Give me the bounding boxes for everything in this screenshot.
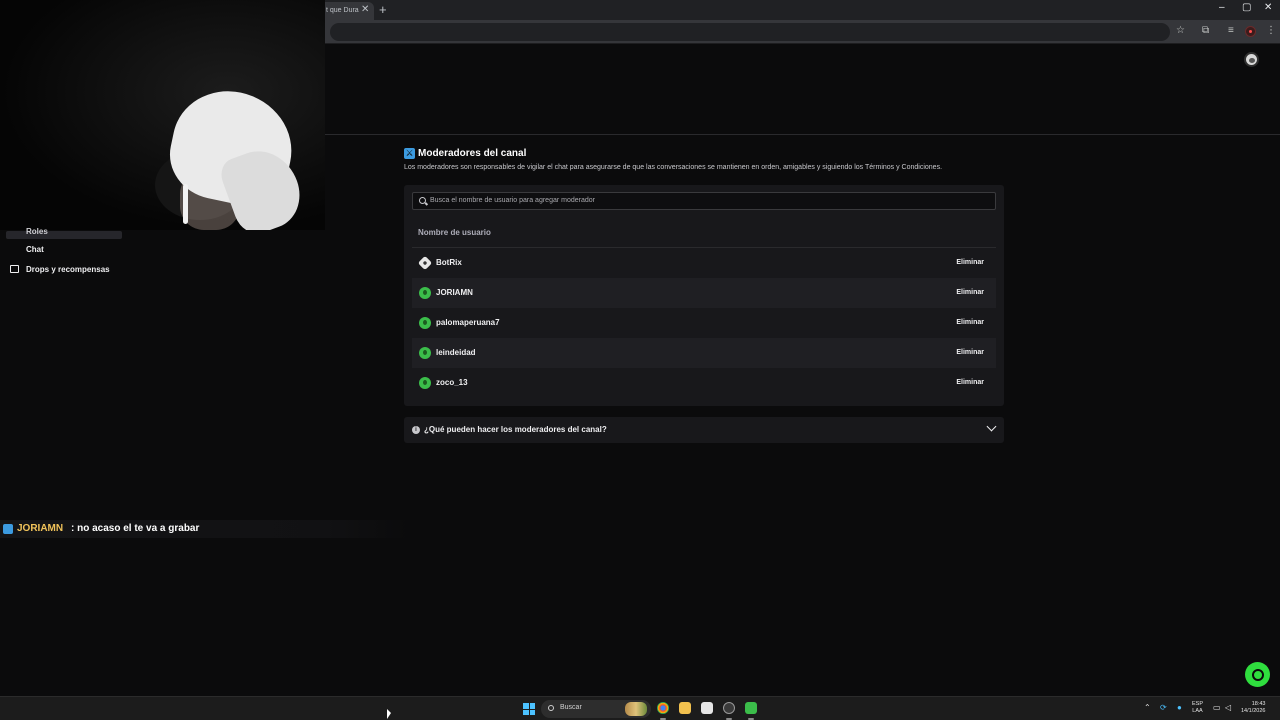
moderator-search-input[interactable]: Busca el nombre de usuario para agregar …	[412, 192, 996, 210]
mouse-cursor	[387, 709, 391, 719]
sidebar-item-drops[interactable]: Drops y recompensas	[26, 265, 110, 274]
sync-icon[interactable]: ⟳	[1160, 703, 1167, 712]
user-avatar-icon	[419, 317, 431, 329]
chevron-down-icon[interactable]	[986, 421, 997, 432]
microphone-icon[interactable]: ●	[1177, 703, 1182, 712]
clock-date: 14/1/2026	[1241, 708, 1266, 714]
faq-accordion[interactable]: i ¿Qué pueden hacer los moderadores del …	[404, 417, 1004, 443]
table-row: leindeidad Eliminar	[412, 338, 996, 368]
table-row: BotRix Eliminar	[412, 248, 996, 278]
header-divider	[325, 134, 1280, 135]
faq-question: ¿Qué pueden hacer los moderadores del ca…	[424, 425, 607, 434]
table-row: zoco_13 Eliminar	[412, 368, 996, 398]
bot-icon	[417, 255, 433, 271]
search-icon	[548, 705, 554, 711]
user-avatar-icon	[419, 377, 431, 389]
table-row: palomaperuana7 Eliminar	[412, 308, 996, 338]
tab-close-icon[interactable]: ✕	[361, 4, 369, 15]
address-field[interactable]	[330, 23, 1170, 41]
remove-button[interactable]: Eliminar	[952, 345, 988, 361]
extensions-icon[interactable]: ⧉	[1202, 25, 1209, 36]
file-explorer-icon[interactable]	[679, 702, 691, 714]
page-description: Los moderadores son responsables de vigi…	[404, 164, 943, 171]
chevron-up-icon[interactable]: ⌃	[1144, 703, 1151, 712]
clock-time: 18:43	[1251, 701, 1266, 707]
user-avatar-icon	[419, 347, 431, 359]
close-window-button[interactable]: ✕	[1264, 2, 1272, 13]
table-row: JORIAMN Eliminar	[412, 278, 996, 308]
moderator-sword-icon	[3, 524, 13, 534]
language-indicator[interactable]: ESP LAA	[1192, 701, 1203, 715]
minimize-button[interactable]: –	[1219, 2, 1225, 13]
extension-red-icon[interactable]	[1245, 26, 1256, 37]
sidebar-item-chat[interactable]: Chat	[26, 245, 44, 254]
app-icon[interactable]	[701, 702, 713, 714]
sidebar-item-roles-highlight	[6, 231, 122, 239]
remove-button[interactable]: Eliminar	[952, 255, 988, 271]
star-icon[interactable]: ☆	[1176, 25, 1185, 36]
sidebar-item-roles[interactable]: Roles	[26, 227, 48, 236]
taskbar-search-label: Buscar	[560, 704, 582, 711]
webcam-earbud	[183, 184, 188, 224]
chrome-icon[interactable]	[657, 702, 669, 714]
language-code: ESP	[1192, 701, 1204, 707]
menu-icon[interactable]: ⋮	[1266, 25, 1276, 36]
chat-overlay-message: JORIAMN : no acaso el te va a grabar	[0, 520, 408, 538]
search-highlight-image	[625, 702, 647, 716]
moderator-sword-icon: ⚔	[404, 148, 415, 159]
webcam-overlay	[0, 0, 325, 230]
chat-message-text: : no acaso el te va a grabar	[71, 523, 200, 534]
moderator-name[interactable]: BotRix	[436, 258, 462, 267]
search-icon	[419, 197, 426, 204]
remove-button[interactable]: Eliminar	[952, 315, 988, 331]
maximize-button[interactable]: ▢	[1242, 2, 1251, 13]
moderator-name[interactable]: leindeidad	[436, 348, 476, 357]
remove-button[interactable]: Eliminar	[952, 375, 988, 391]
moderator-name[interactable]: zoco_13	[436, 378, 468, 387]
new-tab-button[interactable]: +	[379, 2, 387, 17]
moderator-name[interactable]: JORIAMN	[436, 288, 473, 297]
keyboard-layout: LAA	[1192, 708, 1203, 714]
column-header-username: Nombre de usuario	[418, 228, 491, 237]
network-icon[interactable]: ▭	[1213, 703, 1221, 712]
windows-taskbar: Buscar ⌃ ⟳ ● ESP LAA ▭ ◁ 18:43 14/1/2026	[0, 696, 1280, 720]
taskbar-search[interactable]: Buscar	[541, 700, 651, 718]
tab-title: t que Dura	[326, 7, 359, 14]
help-chat-button[interactable]	[1245, 662, 1270, 687]
tab-search-icon[interactable]: ≡	[1228, 25, 1234, 36]
chat-username: JORIAMN	[17, 523, 64, 534]
remove-button[interactable]: Eliminar	[952, 285, 988, 301]
obs-icon[interactable]	[723, 702, 735, 714]
volume-icon[interactable]: ◁	[1225, 703, 1231, 712]
moderator-name[interactable]: palomaperuana7	[436, 318, 500, 327]
search-placeholder: Busca el nombre de usuario para agregar …	[430, 197, 595, 204]
page-title: Moderadores del canal	[418, 148, 527, 159]
green-app-icon[interactable]	[745, 702, 757, 714]
clock[interactable]: 18:43 14/1/2026	[1241, 701, 1265, 715]
windows-start-icon[interactable]	[523, 703, 535, 715]
user-avatar-icon[interactable]	[1244, 52, 1259, 67]
info-icon: i	[412, 426, 420, 434]
user-avatar-icon	[419, 287, 431, 299]
gift-icon	[10, 265, 19, 273]
